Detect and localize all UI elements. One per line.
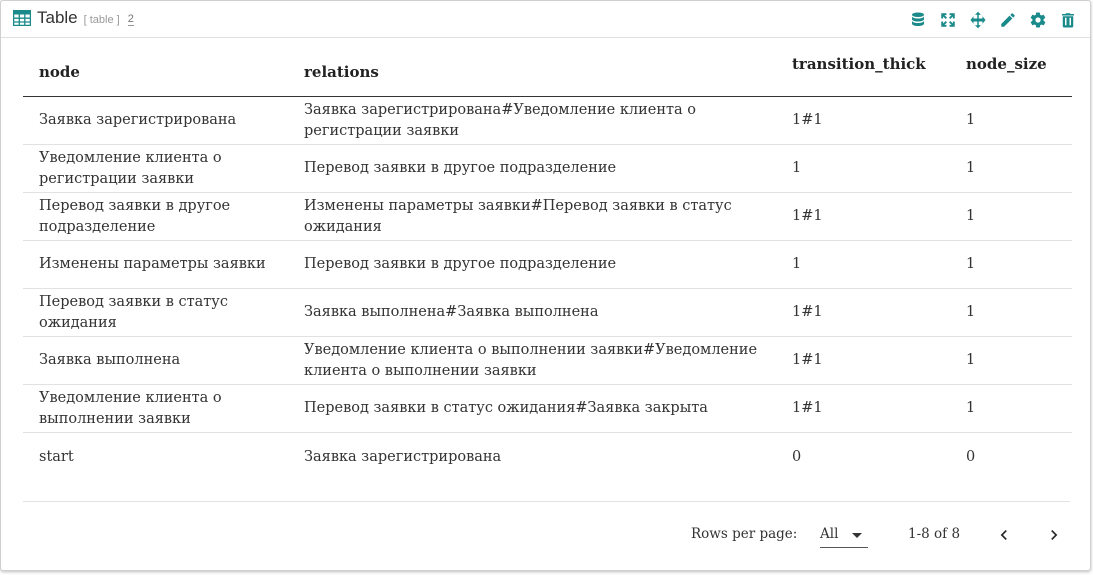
- table-pagination: Rows per page: All 1-8 of 8: [1, 517, 1090, 553]
- move-icon[interactable]: [968, 10, 988, 30]
- page-range-info: 1-8 of 8: [908, 526, 961, 542]
- chevron-right-icon: [1051, 530, 1058, 540]
- table-row: Заявка выполнена Уведомление клиента о в…: [23, 336, 1072, 385]
- widget-toolbar: [898, 10, 1078, 30]
- cell-node: Заявка выполнена: [23, 336, 288, 385]
- table-row: Заявка зарегистрирована Заявка зарегистр…: [23, 96, 1072, 145]
- column-header-relations[interactable]: relations: [288, 47, 776, 97]
- cell-relations: Перевод заявки в другое подразделение: [288, 240, 776, 289]
- cell-relations: Заявка зарегистрирована: [304, 449, 502, 465]
- table-icon: [13, 10, 31, 26]
- widget-count[interactable]: 2: [127, 13, 134, 26]
- cell-relations: Перевод заявки в другое подразделение: [288, 144, 776, 193]
- cell-node-size: 1: [950, 96, 1072, 145]
- previous-page-button[interactable]: [990, 521, 1018, 549]
- table-row: Перевод заявки в другое подразделение Из…: [23, 192, 1072, 241]
- cell-transition-thick: 0: [792, 449, 802, 465]
- table-widget: Table [ table ] 2 node relations transit…: [0, 0, 1091, 571]
- rows-per-page-select[interactable]: All: [820, 523, 868, 548]
- database-icon[interactable]: [908, 10, 928, 30]
- cell-transition-thick: 1#1: [776, 336, 950, 385]
- delete-icon[interactable]: [1058, 10, 1078, 30]
- cell-transition-thick: 1#1: [776, 192, 950, 241]
- settings-icon[interactable]: [1028, 10, 1048, 30]
- widget-title-text: Table: [37, 8, 78, 27]
- widget-title: Table [ table ] 2: [13, 8, 134, 28]
- caret-down-icon: [852, 533, 862, 538]
- data-table: node relations transition_thick node_siz…: [23, 47, 1072, 482]
- cell-node: Перевод заявки в статус ожидания: [23, 288, 288, 337]
- cell-transition-thick: 1#1: [776, 288, 950, 337]
- cell-node-size: 1: [950, 336, 1072, 385]
- cell-transition-thick: 1#1: [776, 384, 950, 433]
- edit-icon[interactable]: [998, 10, 1018, 30]
- table-header-row: node relations transition_thick node_siz…: [23, 47, 1072, 97]
- cell-node: Перевод заявки в другое подразделение: [23, 192, 288, 241]
- chevron-left-icon: [1000, 530, 1007, 540]
- widget-header: Table [ table ] 2: [1, 1, 1090, 38]
- next-page-button[interactable]: [1040, 521, 1068, 549]
- cell-node: Изменены параметры заявки: [23, 240, 288, 289]
- table-row: Уведомление клиента о выполнении заявки …: [23, 384, 1072, 433]
- cell-node-size: 1: [950, 240, 1072, 289]
- cell-node: Заявка зарегистрирована: [23, 96, 288, 145]
- cell-relations: Изменены параметры заявки#Перевод заявки…: [288, 192, 776, 241]
- rows-per-page-value: All: [820, 526, 839, 542]
- column-header-transition-thick[interactable]: transition_thick: [776, 47, 950, 97]
- cell-node: Уведомление клиента о регистрации заявки: [23, 144, 288, 193]
- cell-relations: Заявка выполнена#Заявка выполнена: [288, 288, 776, 337]
- cell-node: start: [39, 449, 74, 465]
- cell-transition-thick: 1: [776, 240, 950, 289]
- table-row: start Заявка зарегистрирована 0 0: [23, 433, 1072, 483]
- table-row: Уведомление клиента о регистрации заявки…: [23, 144, 1072, 193]
- cell-relations: Заявка зарегистрирована#Уведомление клие…: [288, 96, 776, 145]
- fullscreen-icon[interactable]: [938, 10, 958, 30]
- cell-node-size: 1: [950, 144, 1072, 193]
- column-header-node[interactable]: node: [23, 47, 288, 97]
- cell-transition-thick: 1: [776, 144, 950, 193]
- cell-node: Уведомление клиента о выполнении заявки: [23, 384, 288, 433]
- rows-per-page-label: Rows per page:: [691, 526, 798, 542]
- cell-relations: Перевод заявки в статус ожидания#Заявка …: [288, 384, 776, 433]
- column-header-node-size[interactable]: node_size: [950, 47, 1072, 97]
- footer-divider: [23, 501, 1070, 502]
- cell-node-size: 0: [966, 449, 976, 465]
- cell-node-size: 1: [950, 384, 1072, 433]
- cell-transition-thick: 1#1: [776, 96, 950, 145]
- cell-node-size: 1: [950, 192, 1072, 241]
- cell-node-size: 1: [950, 288, 1072, 337]
- widget-type-tag: [ table ]: [83, 13, 120, 26]
- table-row: Перевод заявки в статус ожидания Заявка …: [23, 288, 1072, 337]
- table-row: Изменены параметры заявки Перевод заявки…: [23, 240, 1072, 289]
- cell-relations: Уведомление клиента о выполнении заявки#…: [288, 336, 776, 385]
